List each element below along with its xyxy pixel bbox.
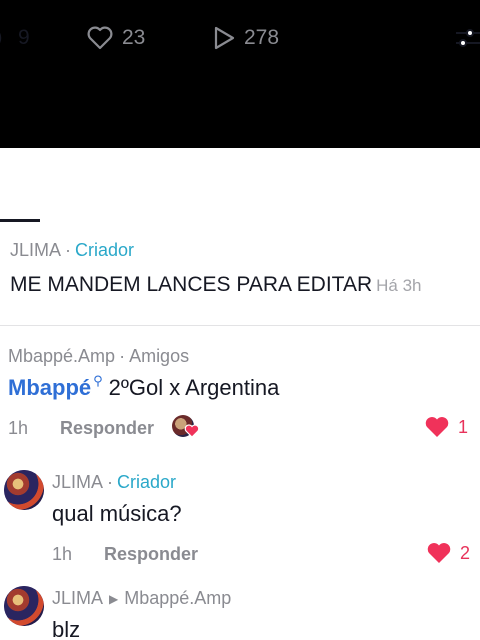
- comment-text: 2ºGol x Argentina: [108, 375, 280, 400]
- meta-separator: ·: [107, 472, 114, 492]
- views-count: 278: [244, 26, 280, 49]
- comment-text: blz: [52, 617, 81, 640]
- creator-badge: Criador: [75, 240, 135, 260]
- comment-time: 1h: [52, 543, 73, 564]
- comment-icon: [0, 32, 2, 44]
- like-count: 1: [457, 416, 468, 437]
- tab-comments[interactable]: 9: [0, 24, 30, 52]
- likes-count: 23: [122, 26, 146, 49]
- comment-text: qual música?: [52, 501, 182, 526]
- comment-item[interactable]: JLIMA · Criador qual música? 1h Responde…: [52, 472, 480, 567]
- sliders-icon: [456, 29, 480, 47]
- liked-by-creator-badge: [172, 415, 200, 441]
- creator-badge: Criador: [117, 472, 177, 492]
- comment-time: 1h: [8, 417, 29, 438]
- comment-body: Mbappé ⚲ 2ºGol x Argentina: [8, 373, 478, 401]
- comment-author[interactable]: JLIMA: [52, 588, 103, 609]
- like-button[interactable]: 2: [426, 541, 470, 565]
- comment-meta: JLIMA · Criador: [52, 472, 480, 493]
- comment-actions: 1h Responder 1: [8, 415, 478, 441]
- comment-item[interactable]: JLIMA ▶ Mbappé.Amp blz: [52, 588, 480, 640]
- reply-to-author[interactable]: Mbappé.Amp: [124, 588, 231, 609]
- comment-author[interactable]: Mbappé.Amp: [8, 346, 115, 367]
- video-area[interactable]: [0, 0, 480, 148]
- creator-post-time: Há 3h: [376, 276, 422, 295]
- friends-badge: Amigos: [129, 346, 190, 366]
- creator-post-author[interactable]: JLIMA: [10, 240, 61, 261]
- heart-filled-icon: [427, 543, 451, 563]
- comment-meta: Mbappé.Amp · Amigos: [8, 346, 478, 367]
- like-button[interactable]: 1: [424, 415, 468, 439]
- search-icon[interactable]: ⚲: [93, 373, 103, 389]
- divider: [0, 325, 480, 326]
- reply-button[interactable]: Responder: [60, 418, 154, 439]
- tab-likes[interactable]: 23: [86, 24, 145, 52]
- comment-item[interactable]: Mbappé.Amp · Amigos Mbappé ⚲ 2ºGol x Arg…: [8, 346, 478, 441]
- comment-actions: 1h Responder 2: [52, 541, 480, 567]
- active-tab-indicator: [0, 219, 40, 222]
- creator-post[interactable]: JLIMA · Criador ME MANDEM LANCES PARA ED…: [10, 240, 470, 297]
- reply-button[interactable]: Responder: [104, 544, 198, 565]
- comment-meta: JLIMA ▶ Mbappé.Amp: [52, 588, 480, 609]
- creator-post-text: ME MANDEM LANCES PARA EDITAR Há 3h: [10, 273, 470, 297]
- meta-separator: ·: [119, 346, 126, 366]
- creator-post-meta: JLIMA · Criador: [10, 240, 470, 261]
- reply-arrow-icon: ▶: [109, 591, 119, 606]
- avatar[interactable]: [4, 586, 44, 626]
- filter-button[interactable]: [454, 24, 480, 52]
- heart-outline-icon: [87, 26, 113, 50]
- creator-post-body: ME MANDEM LANCES PARA EDITAR: [10, 273, 373, 296]
- stats-tab-bar: [0, 148, 480, 224]
- meta-separator: ·: [65, 240, 72, 260]
- tab-views[interactable]: 278: [212, 24, 279, 52]
- heart-filled-icon: [184, 424, 200, 438]
- like-count: 2: [459, 542, 470, 563]
- avatar[interactable]: [4, 470, 44, 510]
- comment-author[interactable]: JLIMA: [52, 472, 103, 493]
- mention-link[interactable]: Mbappé: [8, 375, 91, 401]
- comments-count: 9: [18, 26, 30, 49]
- play-icon: [214, 26, 235, 50]
- heart-filled-icon: [425, 417, 449, 437]
